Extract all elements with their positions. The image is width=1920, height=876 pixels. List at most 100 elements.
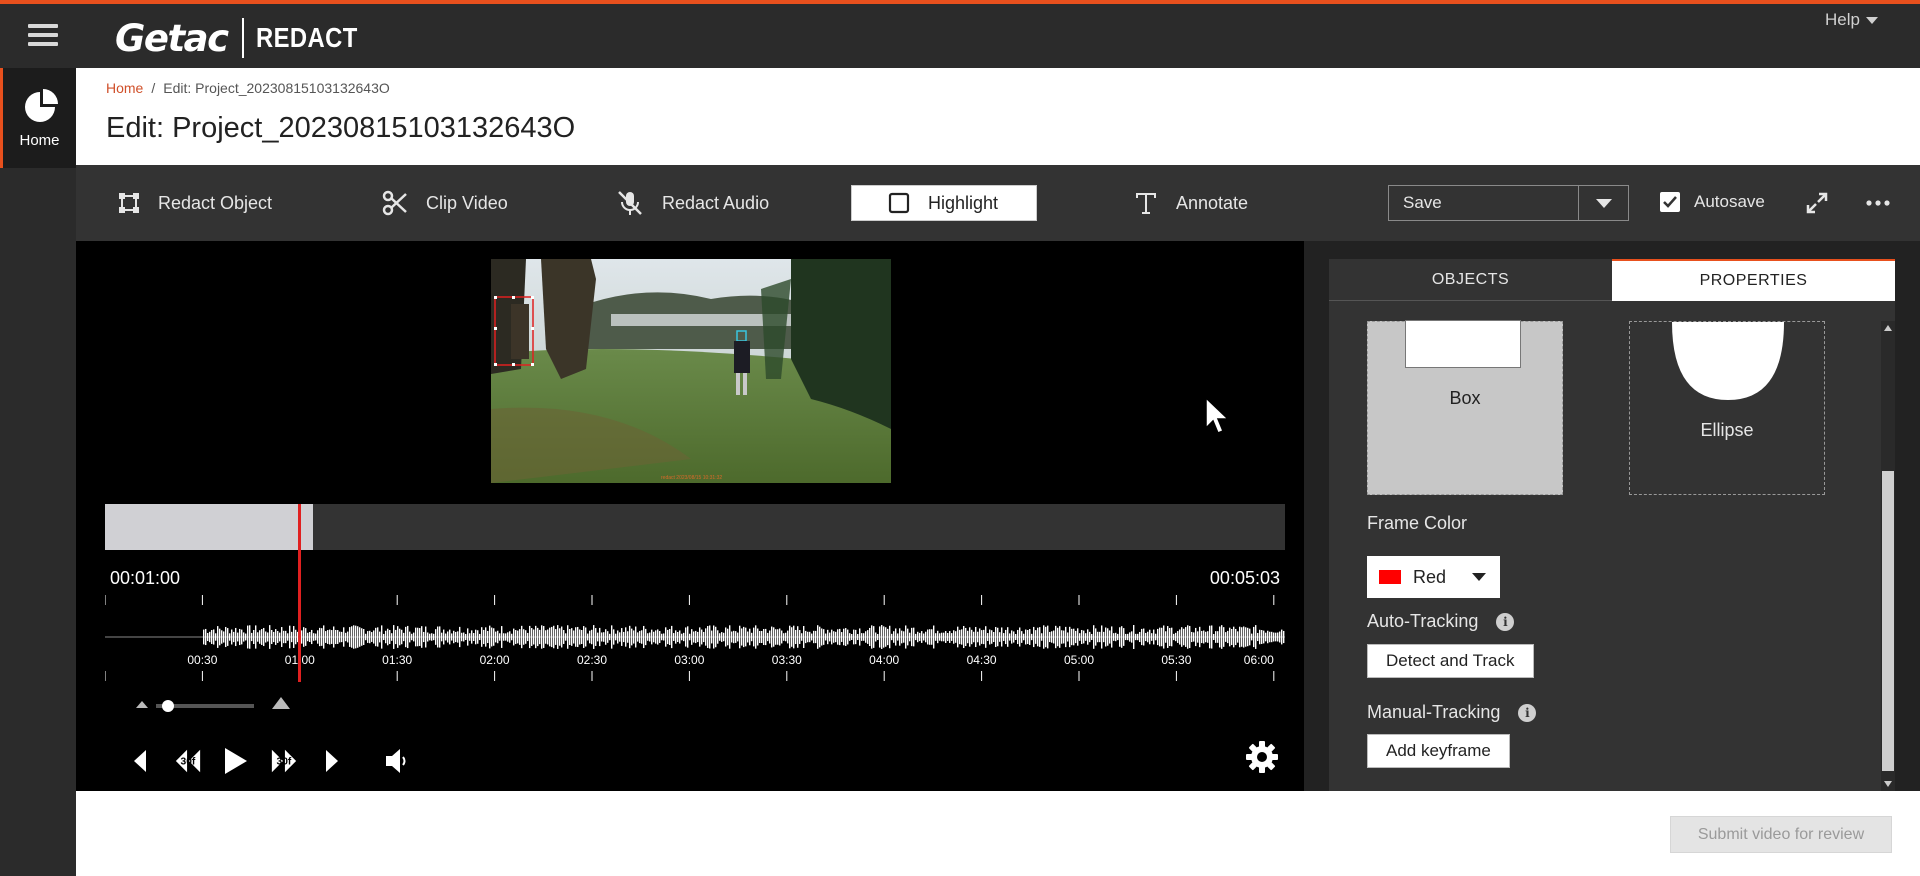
zoom-out-icon[interactable] bbox=[136, 701, 148, 708]
waveform-bar bbox=[827, 629, 829, 645]
waveform-bar bbox=[503, 633, 505, 641]
clip-video-tool[interactable]: Clip Video bbox=[382, 185, 508, 221]
scroll-down-icon[interactable] bbox=[1884, 781, 1892, 787]
waveform-bar bbox=[545, 630, 547, 644]
scroll-up-icon[interactable] bbox=[1884, 325, 1892, 331]
waveform-bar bbox=[885, 627, 887, 647]
waveform-bar bbox=[977, 631, 979, 643]
waveform-bar bbox=[929, 629, 931, 645]
shape-option-box[interactable]: Box bbox=[1367, 320, 1563, 495]
waveform-bar bbox=[355, 625, 357, 649]
waveform-bar bbox=[1147, 631, 1149, 643]
shape-option-ellipse[interactable]: Ellipse bbox=[1629, 321, 1825, 495]
waveform-bar bbox=[423, 631, 425, 643]
prev-frame-icon[interactable] bbox=[126, 745, 154, 777]
more-options-icon[interactable] bbox=[1866, 199, 1890, 207]
tab-objects[interactable]: OBJECTS bbox=[1329, 259, 1612, 301]
properties-panel: OBJECTS PROPERTIES Box Ellipse Frame Col… bbox=[1329, 259, 1895, 791]
waveform-bar bbox=[509, 631, 511, 643]
waveform-bar bbox=[1215, 631, 1217, 643]
waveform-bar bbox=[891, 633, 893, 641]
zoom-in-icon[interactable] bbox=[272, 697, 290, 709]
playhead-marker[interactable] bbox=[298, 504, 301, 682]
waveform-bar bbox=[529, 625, 531, 649]
highlight-tool[interactable]: Highlight bbox=[851, 185, 1037, 221]
svg-text:redact 2023/08/15 10:31:32: redact 2023/08/15 10:31:32 bbox=[661, 475, 722, 481]
waveform-bar bbox=[469, 633, 471, 641]
waveform-bar bbox=[721, 632, 723, 642]
waveform-bar bbox=[391, 633, 393, 641]
waveform-bar bbox=[589, 630, 591, 644]
annotate-tool[interactable]: Annotate bbox=[1134, 185, 1248, 221]
info-icon[interactable]: i bbox=[1518, 703, 1537, 722]
waveform-bar bbox=[709, 625, 711, 649]
waveform-bar bbox=[277, 631, 279, 643]
waveform-bar bbox=[287, 633, 289, 641]
waveform-bar bbox=[523, 629, 525, 645]
waveform-bar bbox=[217, 626, 219, 648]
forward-30f-icon[interactable]: 30f bbox=[270, 745, 298, 777]
waveform-bar bbox=[807, 631, 809, 643]
submit-for-review-button[interactable]: Submit video for review bbox=[1670, 816, 1892, 853]
waveform-bar bbox=[953, 630, 955, 644]
tool-label: Redact Audio bbox=[662, 192, 770, 213]
rail-item-home[interactable]: Home bbox=[0, 68, 76, 168]
waveform-bar bbox=[431, 633, 433, 641]
waveform-bar bbox=[315, 633, 317, 641]
waveform-bar bbox=[1057, 627, 1059, 647]
add-keyframe-button[interactable]: Add keyframe bbox=[1367, 734, 1510, 768]
scroll-thumb[interactable] bbox=[1882, 471, 1894, 771]
scissors-icon bbox=[382, 190, 407, 216]
redact-audio-tool[interactable]: Redact Audio bbox=[616, 185, 769, 221]
chevron-down-icon bbox=[1472, 573, 1487, 581]
waveform-bar bbox=[971, 629, 973, 645]
waveform-bar bbox=[491, 627, 493, 647]
hamburger-menu-icon[interactable] bbox=[28, 24, 58, 48]
expand-icon[interactable] bbox=[1806, 192, 1828, 214]
waveform-bar bbox=[997, 627, 999, 647]
info-icon[interactable]: i bbox=[1496, 612, 1515, 631]
next-frame-icon[interactable] bbox=[318, 745, 346, 777]
video-frame[interactable]: redact 2023/08/15 10:31:32 bbox=[491, 259, 891, 483]
waveform-bar bbox=[301, 630, 303, 644]
waveform-bar bbox=[635, 626, 637, 648]
waveform-bar bbox=[899, 628, 901, 646]
detect-and-track-button[interactable]: Detect and Track bbox=[1367, 644, 1534, 678]
waveform-bar bbox=[415, 627, 417, 647]
waveform-bar bbox=[825, 633, 827, 641]
redact-object-tool[interactable]: Redact Object bbox=[118, 185, 272, 221]
breadcrumb: Home / Edit: Project_20230815103132643O bbox=[106, 80, 390, 96]
waveform-bar bbox=[1241, 627, 1243, 647]
volume-icon[interactable] bbox=[382, 745, 410, 777]
timeline-track[interactable] bbox=[105, 504, 1285, 550]
waveform-bar bbox=[459, 626, 461, 648]
play-icon[interactable] bbox=[222, 745, 250, 777]
panel-scrollbar[interactable] bbox=[1881, 321, 1895, 791]
autosave-checkbox[interactable] bbox=[1660, 192, 1680, 212]
tab-properties[interactable]: PROPERTIES bbox=[1612, 259, 1895, 301]
waveform-bar bbox=[261, 629, 263, 645]
save-dropdown-button[interactable] bbox=[1578, 186, 1628, 220]
help-menu[interactable]: Help bbox=[1825, 10, 1878, 30]
waveform-bar bbox=[909, 632, 911, 642]
waveform-bar bbox=[1097, 631, 1099, 643]
settings-gear-icon[interactable] bbox=[1244, 739, 1280, 775]
save-button[interactable]: Save bbox=[1389, 186, 1578, 220]
waveform-bar bbox=[647, 633, 649, 641]
waveform-bar bbox=[771, 626, 773, 648]
autosave-toggle[interactable]: Autosave bbox=[1660, 192, 1765, 212]
waveform-bar bbox=[861, 633, 863, 641]
frame-color-select[interactable]: Red bbox=[1367, 556, 1500, 598]
waveform-bar bbox=[397, 626, 399, 648]
waveform-bar bbox=[733, 630, 735, 644]
zoom-slider-handle[interactable] bbox=[162, 700, 174, 712]
rewind-30f-icon[interactable]: 30f bbox=[174, 745, 202, 777]
waveform-bar bbox=[479, 633, 481, 641]
waveform-bar bbox=[605, 629, 607, 645]
ruler-label: 06:00 bbox=[1244, 653, 1274, 667]
breadcrumb-home-link[interactable]: Home bbox=[106, 80, 143, 96]
audio-waveform[interactable]: 00:3001:0001:3002:0002:3003:0003:3004:00… bbox=[105, 591, 1285, 681]
waveform-bar bbox=[801, 633, 803, 641]
zoom-slider[interactable] bbox=[134, 691, 304, 715]
waveform-bar bbox=[405, 626, 407, 648]
